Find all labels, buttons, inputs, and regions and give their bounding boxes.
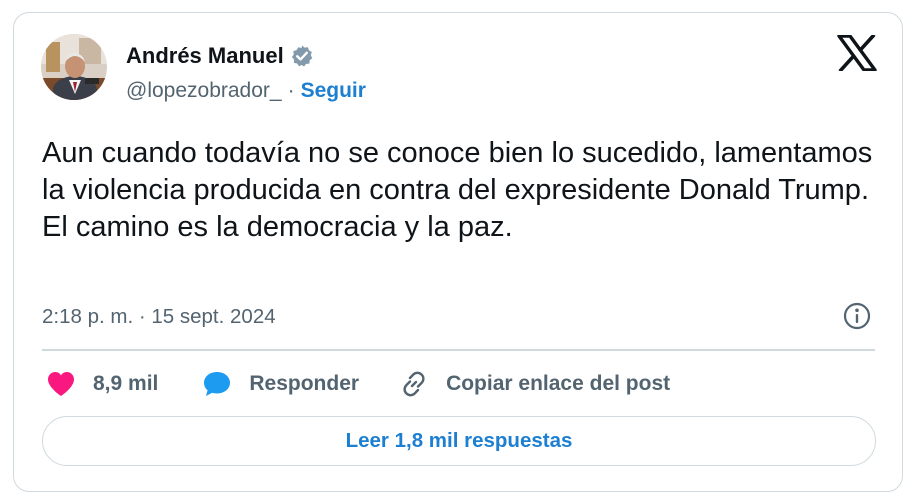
author-name[interactable]: Andrés Manuel	[126, 43, 284, 69]
divider	[42, 349, 875, 351]
handle-row: @lopezobrador_ · Seguir	[126, 79, 366, 103]
copy-link-button[interactable]: Copiar enlace del post	[399, 369, 670, 399]
author-name-row: Andrés Manuel	[126, 43, 366, 69]
info-icon[interactable]	[842, 301, 872, 331]
author-block: Andrés Manuel @lopezobrador_ · Seguir	[126, 43, 366, 103]
tweet-card: Andrés Manuel @lopezobrador_ · Seguir Au…	[13, 12, 903, 492]
reply-label: Responder	[249, 372, 360, 395]
action-bar: 8,9 mil Responder Copiar enlace del post	[46, 367, 670, 401]
verified-badge-icon[interactable]	[290, 44, 314, 68]
avatar[interactable]	[41, 34, 107, 100]
copy-link-label: Copiar enlace del post	[446, 372, 671, 395]
x-logo-icon[interactable]	[837, 33, 877, 73]
speech-bubble-icon	[204, 372, 231, 396]
read-replies-button[interactable]: Leer 1,8 mil respuestas	[42, 416, 876, 466]
author-handle[interactable]: @lopezobrador_	[126, 79, 282, 103]
like-count: 8,9 mil	[93, 372, 159, 395]
link-icon	[403, 371, 425, 397]
separator: ·	[287, 79, 295, 102]
heart-icon	[48, 372, 74, 396]
like-button[interactable]: 8,9 mil	[46, 370, 158, 398]
tweet-text: Aun cuando todavía no se conoce bien lo …	[42, 137, 873, 243]
follow-button[interactable]: Seguir	[301, 79, 366, 103]
tweet-timestamp[interactable]: 2:18 p. m. · 15 sept. 2024	[42, 305, 276, 329]
reply-button[interactable]: Responder	[202, 370, 359, 398]
avatar-image	[41, 34, 107, 100]
